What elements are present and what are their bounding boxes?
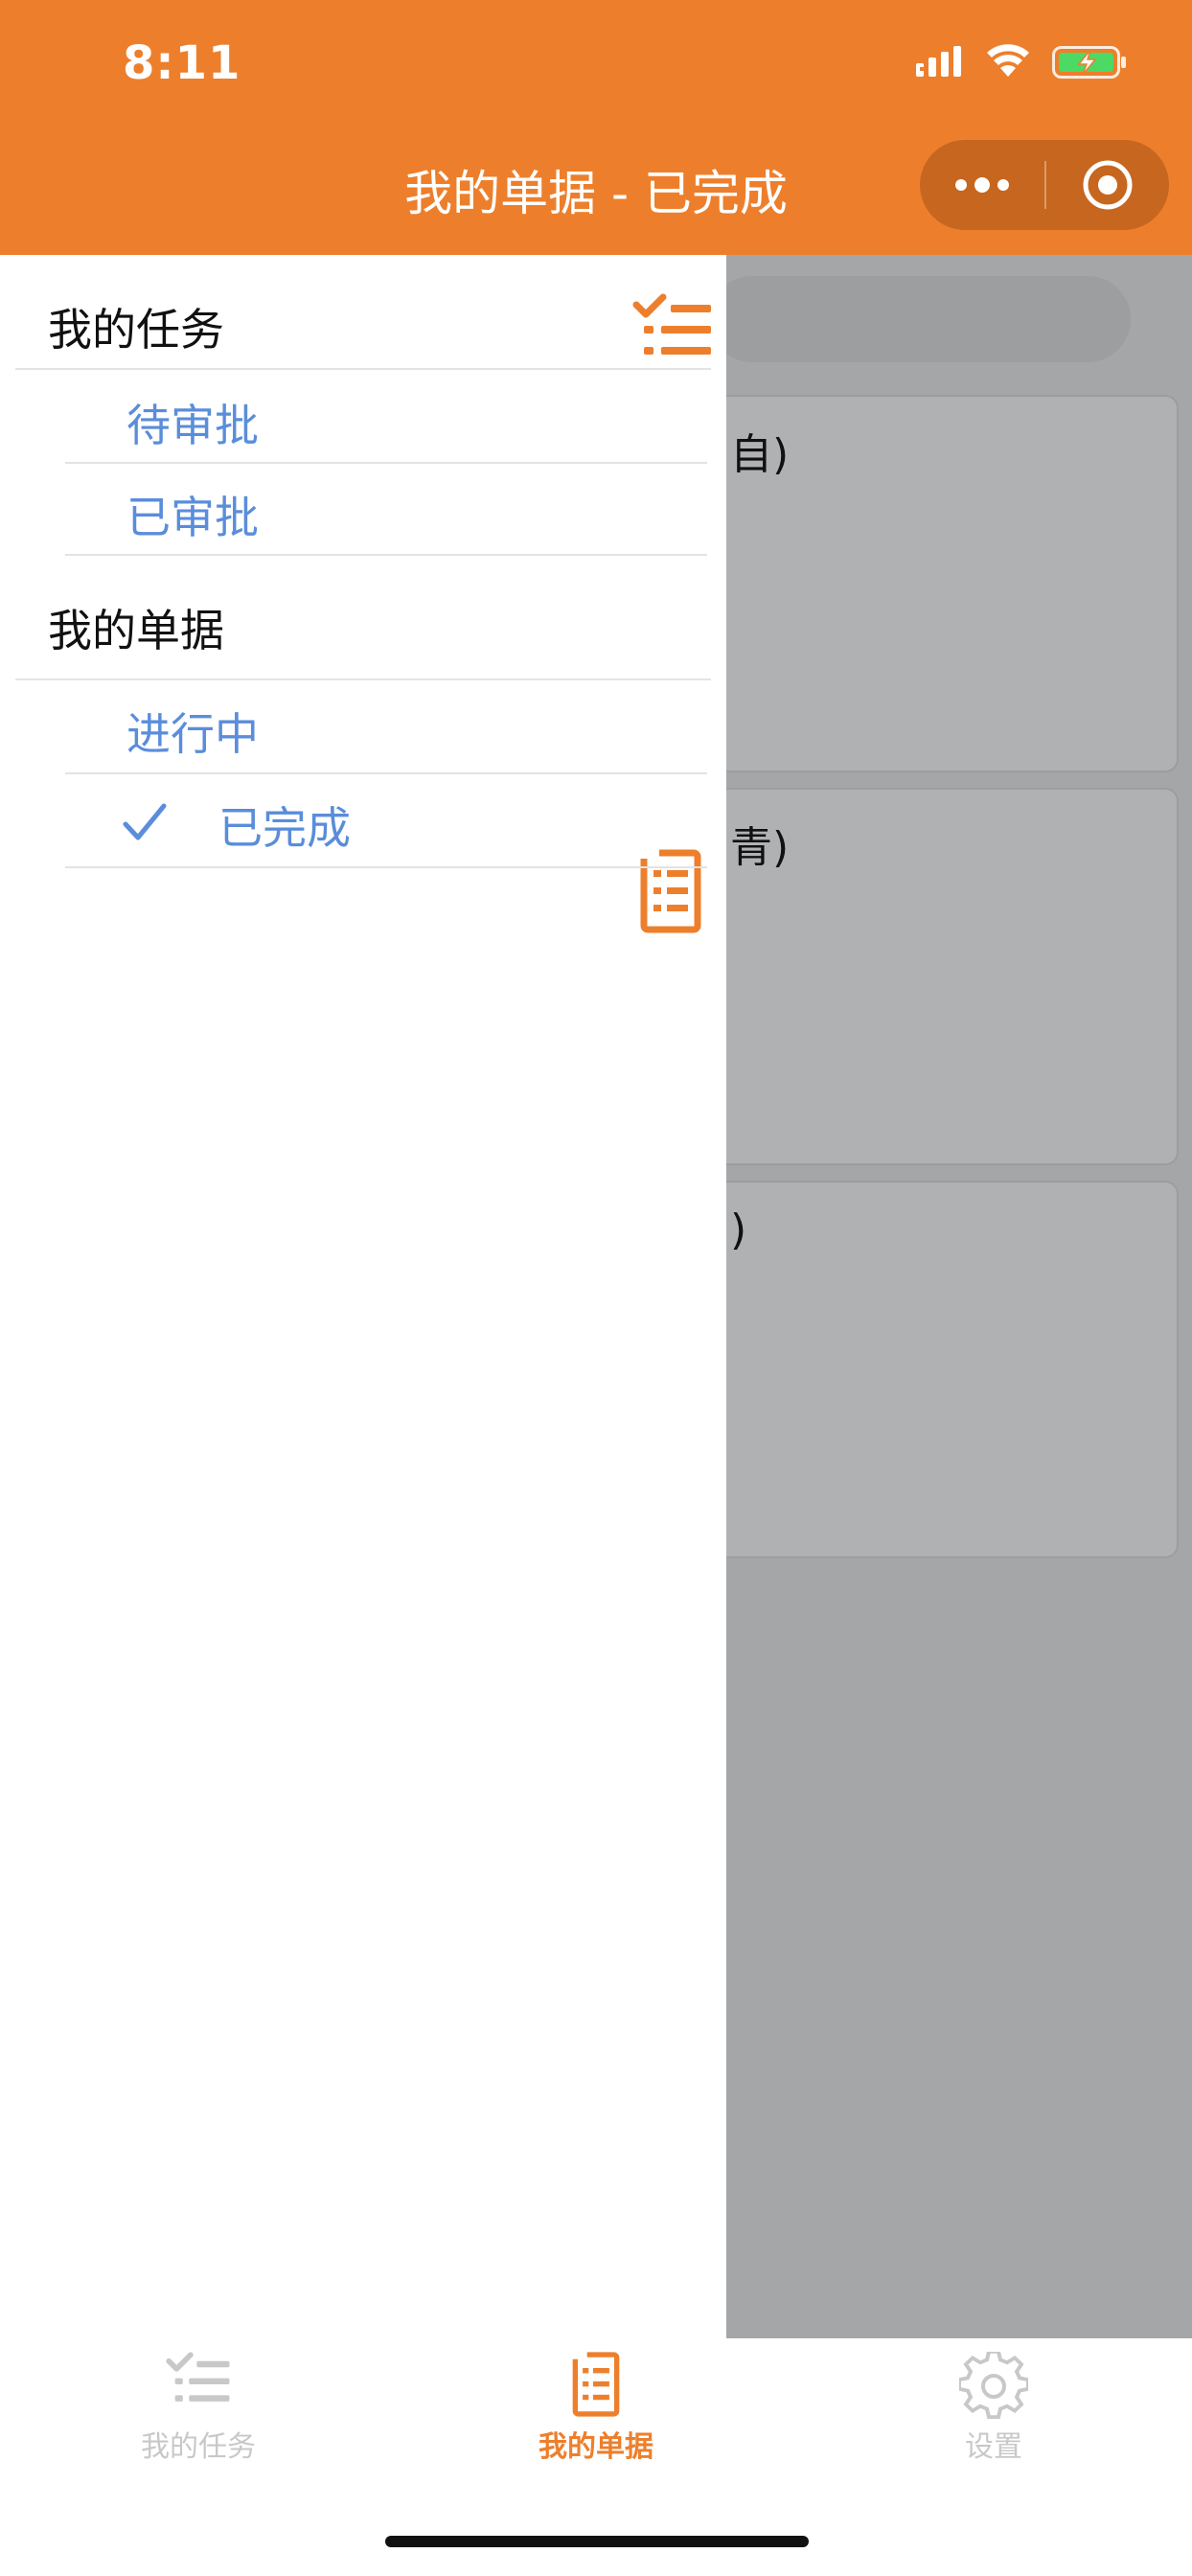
tab-settings[interactable]: 设置 — [795, 2338, 1192, 2492]
background-card-text: 自) — [730, 430, 790, 479]
document-icon — [572, 2352, 620, 2417]
tab-label: 设置 — [965, 2430, 1022, 2464]
tab-label: 我的任务 — [141, 2430, 256, 2464]
section-header-tasks: 我的任务 — [0, 255, 726, 370]
tab-label: 我的单据 — [539, 2430, 653, 2464]
background-card: ) — [709, 1181, 1179, 1558]
side-drawer: 我的任务 待审批 已审批 我的单据 进行中 已完成 — [0, 255, 726, 2338]
background-card-text: 青) — [730, 823, 790, 872]
menu-item-approved[interactable]: 已审批 — [65, 464, 707, 556]
target-close-icon — [1083, 160, 1133, 210]
close-button[interactable] — [1046, 140, 1169, 230]
wifi-icon — [987, 44, 1029, 77]
menu-item-label: 已审批 — [126, 492, 259, 543]
divider — [65, 866, 707, 868]
section-title-documents: 我的单据 — [48, 605, 224, 656]
more-button[interactable] — [920, 140, 1044, 230]
tab-my-tasks[interactable]: 我的任务 — [0, 2338, 397, 2492]
menu-item-in-progress[interactable]: 进行中 — [65, 680, 707, 772]
background-card: 青) — [709, 788, 1179, 1165]
task-list-icon — [632, 293, 711, 355]
task-list-icon — [166, 2352, 230, 2402]
battery-charging-icon — [1052, 46, 1126, 79]
more-dots-icon — [955, 177, 1009, 193]
gear-icon — [959, 2352, 1028, 2420]
top-bar: 8:11 我的单据 - 已完成 — [0, 0, 1192, 255]
status-time: 8:11 — [123, 36, 241, 90]
background-search-bar — [709, 276, 1131, 362]
miniprogram-capsule — [920, 140, 1169, 230]
background-card-text: ) — [730, 1206, 747, 1254]
tab-my-documents[interactable]: 我的单据 — [398, 2338, 794, 2492]
cellular-signal-icon — [916, 46, 961, 77]
menu-item-completed[interactable]: 已完成 — [65, 774, 707, 866]
menu-item-label: 进行中 — [126, 708, 259, 760]
section-header-documents: 我的单据 — [0, 556, 726, 933]
home-indicator[interactable] — [385, 2536, 809, 2547]
section-title-tasks: 我的任务 — [48, 304, 224, 356]
menu-item-label: 已完成 — [218, 802, 351, 854]
checkmark-icon — [123, 803, 167, 840]
menu-item-label: 待审批 — [126, 400, 259, 451]
menu-item-pending-approval[interactable]: 待审批 — [65, 370, 707, 462]
background-card: 自) — [709, 395, 1179, 772]
